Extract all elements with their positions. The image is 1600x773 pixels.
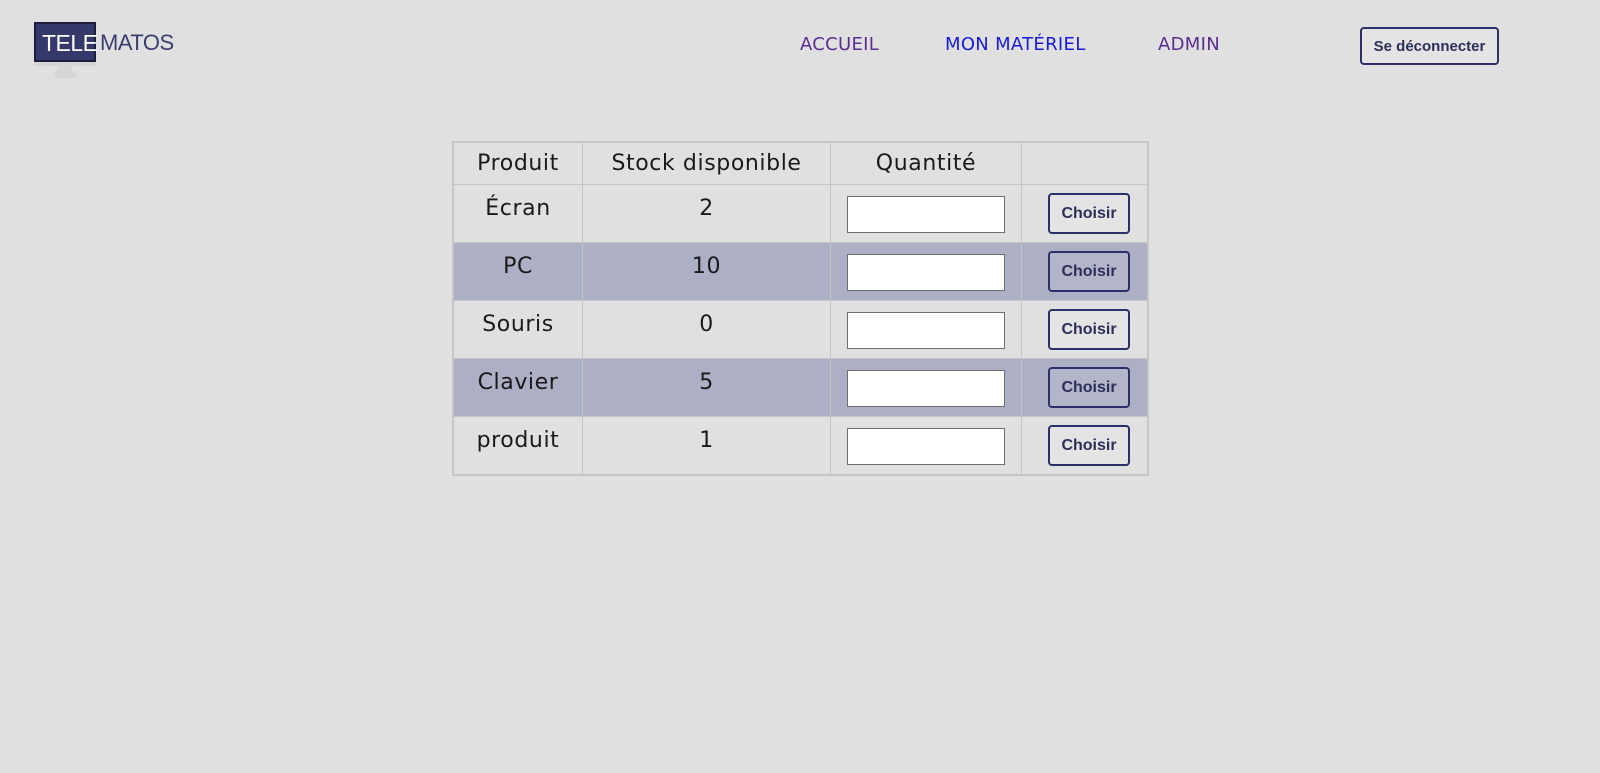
action-cell: Choisir xyxy=(1021,300,1149,359)
column-header-product: Produit xyxy=(452,141,583,185)
stock-value: 0 xyxy=(699,312,714,337)
logo-text-matos: MATOS xyxy=(100,30,174,55)
choose-button[interactable]: Choisir xyxy=(1048,193,1130,234)
product-name: Écran xyxy=(485,196,551,221)
table-header-row: Produit Stock disponible Quantité xyxy=(452,141,1149,185)
telematos-logo[interactable]: TELE MATOS xyxy=(34,22,184,82)
table-row: PC 10 Choisir xyxy=(452,242,1149,301)
quantity-input[interactable] xyxy=(847,428,1005,465)
stock-cell: 5 xyxy=(582,358,831,417)
quantity-input[interactable] xyxy=(847,196,1005,233)
choose-button[interactable]: Choisir xyxy=(1048,251,1130,292)
quantity-cell xyxy=(830,358,1022,417)
logo-monitor-base xyxy=(54,71,76,78)
action-cell: Choisir xyxy=(1021,242,1149,301)
stock-value: 1 xyxy=(699,428,714,453)
product-name-cell: Écran xyxy=(452,184,583,243)
logout-button[interactable]: Se déconnecter xyxy=(1360,27,1499,65)
table-row: Écran 2 Choisir xyxy=(452,184,1149,243)
logo-monitor-stand xyxy=(58,62,72,71)
stock-cell: 10 xyxy=(582,242,831,301)
column-header-action xyxy=(1021,141,1149,185)
stock-value: 10 xyxy=(691,254,722,279)
stock-cell: 2 xyxy=(582,184,831,243)
choose-button[interactable]: Choisir xyxy=(1048,425,1130,466)
nav-link-admin[interactable]: ADMIN xyxy=(1158,34,1220,55)
stock-cell: 1 xyxy=(582,416,831,476)
product-name-cell: Clavier xyxy=(452,358,583,417)
table-row: produit 1 Choisir xyxy=(452,416,1149,476)
product-name-cell: produit xyxy=(452,416,583,476)
nav-link-home[interactable]: ACCUEIL xyxy=(800,34,879,55)
logo-text-tele: TELE xyxy=(42,30,98,56)
logo-monitor-icon: TELE xyxy=(34,22,98,62)
choose-button[interactable]: Choisir xyxy=(1048,309,1130,350)
product-name: Souris xyxy=(482,312,554,337)
product-name-cell: Souris xyxy=(452,300,583,359)
quantity-cell xyxy=(830,184,1022,243)
table-row: Clavier 5 Choisir xyxy=(452,358,1149,417)
action-cell: Choisir xyxy=(1021,416,1149,476)
product-name-cell: PC xyxy=(452,242,583,301)
quantity-input[interactable] xyxy=(847,312,1005,349)
table-row: Souris 0 Choisir xyxy=(452,300,1149,359)
column-header-stock: Stock disponible xyxy=(582,141,831,185)
stock-cell: 0 xyxy=(582,300,831,359)
action-cell: Choisir xyxy=(1021,184,1149,243)
quantity-input[interactable] xyxy=(847,254,1005,291)
action-cell: Choisir xyxy=(1021,358,1149,417)
quantity-input[interactable] xyxy=(847,370,1005,407)
nav-link-my-equipment[interactable]: MON MATÉRIEL xyxy=(945,34,1086,55)
product-name: PC xyxy=(503,254,533,279)
quantity-cell xyxy=(830,416,1022,476)
choose-button[interactable]: Choisir xyxy=(1048,367,1130,408)
stock-value: 5 xyxy=(699,370,714,395)
quantity-cell xyxy=(830,242,1022,301)
stock-value: 2 xyxy=(699,196,714,221)
column-header-quantity: Quantité xyxy=(830,141,1022,185)
product-name: produit xyxy=(476,428,560,453)
product-name: Clavier xyxy=(477,370,559,395)
quantity-cell xyxy=(830,300,1022,359)
header: TELE MATOS ACCUEIL MON MATÉRIEL ADMIN Se… xyxy=(0,0,1600,100)
product-table: Produit Stock disponible Quantité Écran … xyxy=(452,141,1149,476)
